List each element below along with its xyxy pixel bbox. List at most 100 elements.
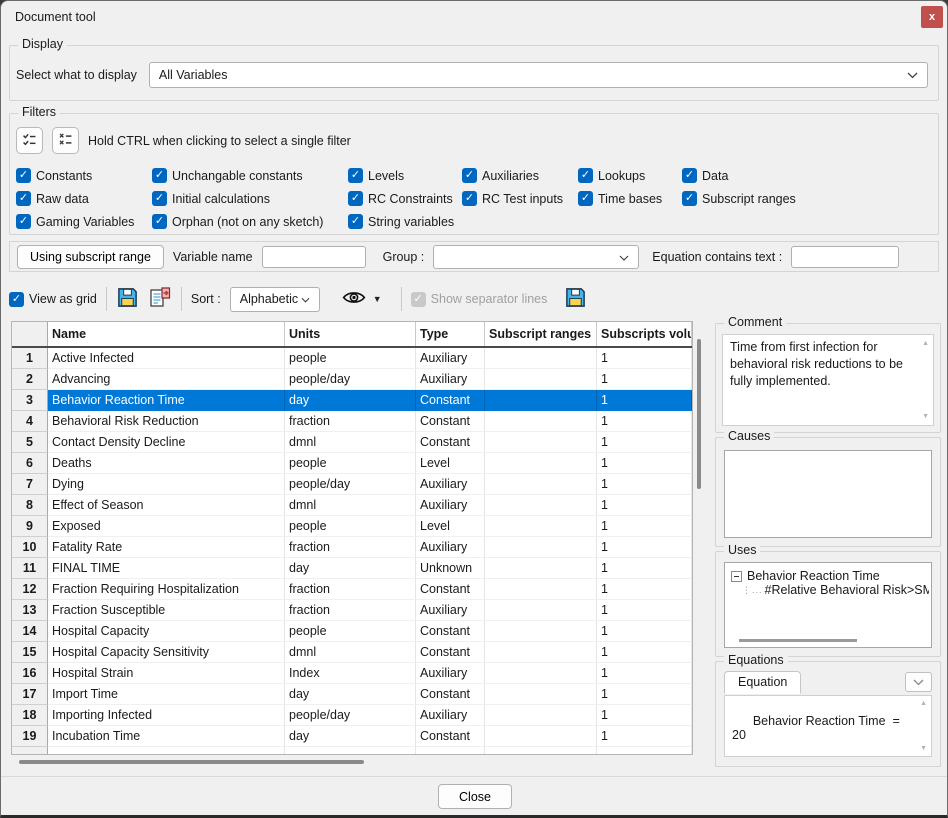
column-header-units[interactable]: Units — [285, 322, 416, 346]
table-row[interactable]: 17Import TimedayConstant1 — [12, 684, 692, 705]
table-cell — [485, 558, 597, 579]
table-cell: Fraction Susceptible — [48, 600, 285, 621]
table-row[interactable]: 14Hospital CapacitypeopleConstant1 — [12, 621, 692, 642]
table-row[interactable]: 15Hospital Capacity SensitivitydmnlConst… — [12, 642, 692, 663]
table-row[interactable]: 9ExposedpeopleLevel1 — [12, 516, 692, 537]
view-as-grid-checkbox[interactable]: ✓ View as grid — [9, 292, 97, 307]
save-button[interactable] — [116, 286, 139, 312]
table-row[interactable]: 10Fatality RatefractionAuxiliary1 — [12, 537, 692, 558]
filter-checkbox[interactable]: ✓Raw data — [16, 191, 152, 206]
table-cell: 1 — [597, 621, 692, 642]
collapse-icon[interactable] — [731, 571, 742, 582]
table-row[interactable]: 11FINAL TIMEdayUnknown1 — [12, 558, 692, 579]
causes-list[interactable] — [724, 450, 932, 538]
scroll-up-icon[interactable]: ▲ — [922, 339, 929, 348]
filter-checkbox[interactable]: ✓Orphan (not on any sketch) — [152, 214, 348, 229]
export-document-button[interactable] — [148, 286, 172, 313]
filter-checkbox[interactable]: ✓Unchangable constants — [152, 168, 348, 183]
uses-scrollbar-thumb[interactable] — [739, 639, 857, 642]
save-grid-button[interactable] — [564, 286, 587, 312]
select-display-label: Select what to display — [16, 68, 137, 82]
table-cell: Auxiliary — [416, 705, 485, 726]
equations-group: Equations Equation Behavior Reaction Tim… — [715, 661, 941, 767]
column-header-name[interactable]: Name — [48, 322, 285, 346]
checkbox-checked-icon: ✓ — [682, 191, 697, 206]
table-cell: 1 — [597, 642, 692, 663]
display-group: Display Select what to display All Varia… — [9, 45, 939, 101]
using-subscript-range-button[interactable]: Using subscript range — [17, 245, 164, 269]
equation-dropdown-button[interactable] — [905, 672, 932, 692]
table-cell: dmnl — [285, 432, 416, 453]
uses-tree[interactable]: Behavior Reaction Time ⋮... #Relative Be… — [724, 562, 932, 648]
column-header-subscript-ranges[interactable]: Subscript ranges — [485, 322, 597, 346]
filter-checkbox[interactable]: ✓RC Test inputs — [462, 191, 578, 206]
table-row[interactable]: 6DeathspeopleLevel1 — [12, 453, 692, 474]
filter-checkbox[interactable]: ✓Initial calculations — [152, 191, 348, 206]
scroll-down-icon[interactable]: ▼ — [920, 745, 927, 752]
filter-checkbox[interactable]: ✓Data — [682, 168, 938, 183]
uses-tree-child[interactable]: ⋮... #Relative Behavioral Risk>SM — [742, 583, 929, 597]
comment-textarea[interactable]: Time from first infection for behavioral… — [722, 334, 934, 426]
scroll-up-icon[interactable]: ▲ — [920, 700, 927, 707]
table-row[interactable]: 13Fraction SusceptiblefractionAuxiliary1 — [12, 600, 692, 621]
scroll-down-icon[interactable]: ▼ — [922, 412, 929, 421]
column-header-subscripts-volu[interactable]: Subscripts volu — [597, 322, 692, 346]
title-bar[interactable]: Document tool — [1, 1, 947, 33]
show-separator-lines-checkbox: ✓ Show separator lines — [411, 292, 548, 307]
group-select[interactable] — [433, 245, 639, 269]
close-button[interactable]: Close — [438, 784, 512, 809]
filter-checkbox[interactable]: ✓Lookups — [578, 168, 682, 183]
variable-name-input[interactable] — [262, 246, 366, 268]
table-horizontal-scrollbar[interactable] — [13, 759, 691, 765]
equation-textarea[interactable]: Behavior Reaction Time = 20 ▲ ▼ — [724, 695, 932, 757]
table-row[interactable]: 2Advancingpeople/dayAuxiliary1 — [12, 369, 692, 390]
filter-checkbox[interactable]: ✓ Subscript ranges — [682, 191, 938, 206]
filter-checkbox[interactable]: ✓Gaming Variables — [16, 214, 152, 229]
table-row[interactable]: 4Behavioral Risk ReductionfractionConsta… — [12, 411, 692, 432]
filter-checkbox[interactable]: ✓RC Constraints — [348, 191, 462, 206]
column-header-type[interactable]: Type — [416, 322, 485, 346]
row-number: 18 — [12, 705, 48, 726]
toolbar-separator — [401, 287, 402, 311]
table-row[interactable]: 8Effect of SeasondmnlAuxiliary1 — [12, 495, 692, 516]
filter-checkbox-label: Unchangable constants — [172, 169, 303, 183]
equation-tab[interactable]: Equation — [724, 671, 801, 694]
select-all-filters-button[interactable] — [16, 127, 43, 154]
filter-checkbox[interactable]: ✓Constants — [16, 168, 152, 183]
table-cell: Auxiliary — [416, 369, 485, 390]
chevron-down-icon — [907, 68, 918, 82]
filters-group: Filters Hold CTRL when clicking to selec… — [9, 113, 939, 235]
table-row[interactable]: 7Dyingpeople/dayAuxiliary1 — [12, 474, 692, 495]
uses-tree-root[interactable]: Behavior Reaction Time — [731, 569, 929, 583]
clear-all-filters-button[interactable] — [52, 127, 79, 154]
display-select[interactable]: All Variables — [149, 62, 928, 88]
table-vertical-scrollbar[interactable] — [696, 325, 702, 753]
table-row[interactable]: 12Fraction Requiring Hospitalizationfrac… — [12, 579, 692, 600]
filter-checkbox[interactable]: ✓Auxiliaries — [462, 168, 578, 183]
table-cell: 1 — [597, 411, 692, 432]
vertical-scrollbar-thumb[interactable] — [697, 339, 701, 489]
filter-checkbox[interactable]: ✓String variables — [348, 214, 462, 229]
row-number: 2 — [12, 369, 48, 390]
row-number: 3 — [12, 390, 48, 411]
table-row[interactable]: 5Contact Density DeclinedmnlConstant1 — [12, 432, 692, 453]
table-row[interactable]: 18Importing Infectedpeople/dayAuxiliary1 — [12, 705, 692, 726]
table-cell: 1 — [597, 516, 692, 537]
checkbox-checked-icon: ✓ — [348, 214, 363, 229]
filter-checkbox-label: Time bases — [598, 192, 662, 206]
table-row[interactable]: 16Hospital StrainIndexAuxiliary1 — [12, 663, 692, 684]
table-row[interactable]: 19Incubation TimedayConstant1 — [12, 726, 692, 747]
filter-checkbox[interactable]: ✓Time bases — [578, 191, 682, 206]
checkbox-checked-icon: ✓ — [9, 292, 24, 307]
horizontal-scrollbar-thumb[interactable] — [19, 760, 364, 764]
table-row[interactable]: 1Active InfectedpeopleAuxiliary1 — [12, 348, 692, 369]
filter-checkbox[interactable]: ✓Levels — [348, 168, 462, 183]
table-cell: Constant — [416, 642, 485, 663]
filter-checkbox-label: Orphan (not on any sketch) — [172, 215, 323, 229]
sort-select[interactable]: Alphabetic — [230, 287, 320, 312]
table-row[interactable]: 3Behavior Reaction TimedayConstant1 — [12, 390, 692, 411]
visibility-menu-button[interactable]: ▼ — [337, 287, 386, 311]
close-icon[interactable]: x — [921, 6, 943, 28]
filter-checkbox-label: Subscript ranges — [702, 192, 796, 206]
equation-contains-input[interactable] — [791, 246, 899, 268]
